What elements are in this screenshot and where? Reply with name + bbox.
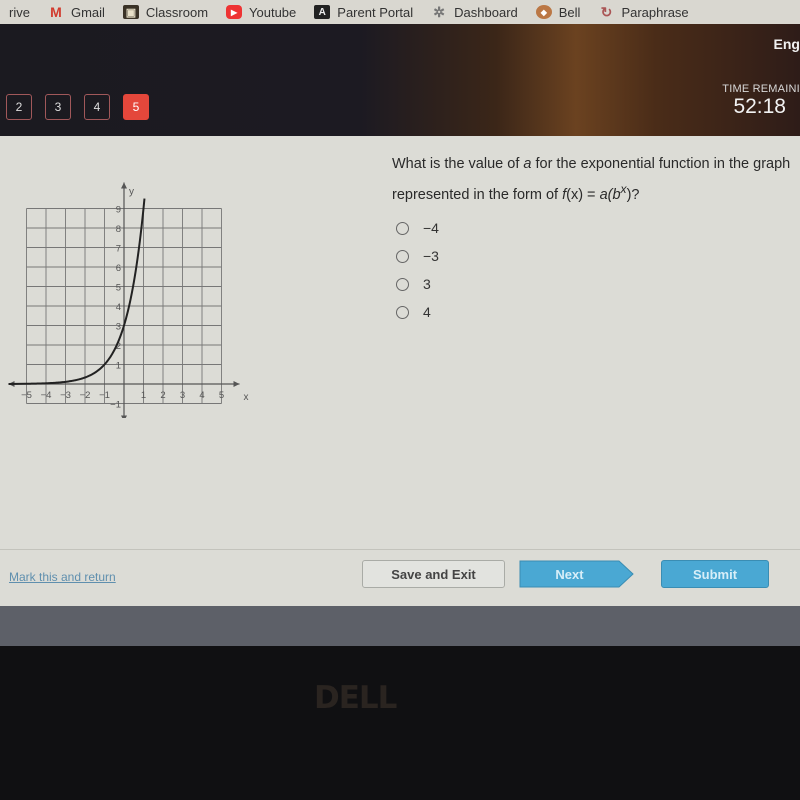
bookmark-dashboard[interactable]: ✲ Dashboard [422,0,527,24]
x-tick-label: 1 [141,390,146,401]
screen-bottom-edge [0,606,800,646]
question-nav-button-current[interactable]: 5 [123,94,149,120]
x-tick-label: −5 [21,390,32,401]
bookmark-paraphrase[interactable]: ↻ Paraphrase [589,0,697,24]
option-label: −3 [423,248,439,264]
classroom-icon: ▣ [122,5,139,19]
bookmark-label: Gmail [70,4,105,20]
screen: rive M Gmail ▣ Classroom ▶ Youtube A Par… [0,0,800,800]
bookmark-gmail[interactable]: M Gmail [39,0,114,24]
option-label: 4 [423,304,431,320]
y-tick-label: 9 [116,205,121,216]
y-tick-label: 8 [116,224,121,235]
question-navigator: 2 3 4 5 [6,94,149,120]
question-nav-button[interactable]: 4 [84,94,110,120]
bell-icon: ◆ [535,5,552,19]
dell-logo: DELL [314,680,397,716]
x-tick-label: 3 [180,390,185,401]
dashboard-icon: ✲ [433,3,446,20]
y-tick-label: 4 [116,302,121,313]
parent-portal-icon: A [314,5,331,19]
x-tick-label: 4 [199,390,204,401]
exponential-graph: xy−5 −4 −3 −2 −1 1 2 3 4 5−1123456789 [8,182,249,418]
question-text: What is the value of a for the exponenti… [392,152,797,208]
bookmark-label: Dashboard [454,4,518,20]
question-nav-button[interactable]: 3 [45,94,71,120]
y-axis-arrow-down [121,415,127,418]
submit-button[interactable]: Submit [661,560,769,588]
test-header: Eng 2 3 4 5 TIME REMAININ 52:18 [0,24,800,136]
laptop-bezel [0,646,800,800]
mark-and-return-link[interactable]: Mark this and return [9,570,116,584]
formula-b: (b [607,186,621,203]
footer-divider [0,549,800,550]
y-tick-label: 1 [116,361,121,372]
paraphrase-icon: ↻ [600,3,613,20]
question-nav-button[interactable]: 2 [6,94,32,120]
x-tick-label: −4 [41,390,52,401]
y-axis-label: y [129,187,134,198]
y-tick-label: 5 [116,283,121,294]
formula-part: )? [626,186,640,203]
y-tick-label: 6 [116,263,121,274]
question-panel: x y −5 −4 −3 −2 −1 1 2 3 4 5 −1 1 2 3 4 5 6 7 8 9 What is the… [0,136,800,642]
answer-option[interactable]: 3 [396,270,439,298]
bookmark-label: rive [9,4,30,20]
language-selector[interactable]: Eng [774,36,800,52]
next-button-label: Next [555,566,584,582]
youtube-icon: ▶ [226,5,243,19]
radio-button[interactable] [396,249,409,263]
next-button[interactable]: Next [519,560,634,588]
bookmark-youtube[interactable]: ▶ Youtube [217,0,305,24]
y-axis-arrow-up [121,182,127,189]
formula-part: (x) [566,186,584,203]
bookmark-label: Youtube [249,4,297,20]
bookmark-drive[interactable]: rive [0,0,39,24]
answer-options: −4 −3 3 4 [396,214,439,326]
x-tick-label: −3 [60,390,71,401]
bookmarks-bar: rive M Gmail ▣ Classroom ▶ Youtube A Par… [0,0,800,24]
gmail-icon: M [50,4,62,20]
radio-button[interactable] [396,221,409,235]
formula-a: a [599,186,608,203]
x-tick-label: −2 [80,390,91,401]
bookmark-parent-portal[interactable]: A Parent Portal [305,0,422,24]
time-remaining-label: TIME REMAININ [722,83,800,95]
bookmark-label: Paraphrase [621,4,689,20]
x-tick-label: 2 [160,390,165,401]
x-tick-label: 5 [219,390,224,401]
answer-option[interactable]: −3 [396,242,439,270]
time-remaining-value: 52:18 [733,95,786,118]
x-axis-arrow-right [233,381,240,387]
bookmark-label: Bell [558,4,581,20]
y-tick-label: 7 [116,244,121,255]
bookmark-classroom[interactable]: ▣ Classroom [114,0,217,24]
bookmark-label: Classroom [145,4,209,20]
radio-button[interactable] [396,277,409,291]
option-label: 3 [423,276,431,292]
x-axis-label: x [244,392,249,403]
answer-option[interactable]: 4 [396,298,439,326]
bookmark-label: Parent Portal [337,4,414,20]
y-tick-label: 3 [116,322,121,333]
save-and-exit-button[interactable]: Save and Exit [362,560,505,588]
option-label: −4 [423,220,439,236]
bookmark-bell[interactable]: ◆ Bell [527,0,590,24]
x-tick-label: −1 [99,390,110,401]
question-text-part: What is the value of [392,156,524,172]
radio-button[interactable] [396,305,409,319]
y-tick-label: −1 [110,400,121,411]
answer-option[interactable]: −4 [396,214,439,242]
formula-part: = [583,186,600,203]
